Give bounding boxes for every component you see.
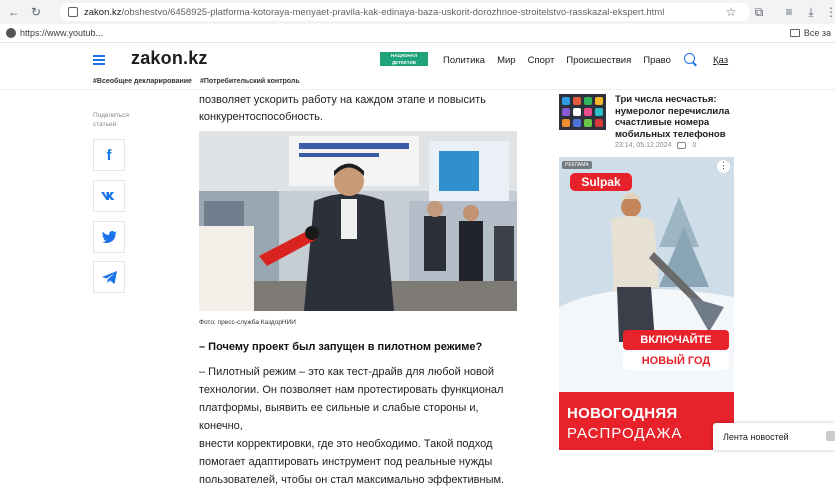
text-line: платформы, выявить ее сильные и слабые с… (199, 402, 479, 432)
main-nav: Политика Мир Спорт Происшествия Право (443, 55, 671, 66)
photo-caption: Фото: пресс-служба КаздорНИИ (199, 319, 296, 326)
article-question: – Почему проект был запущен в пилотном р… (199, 341, 483, 353)
globe-icon (6, 28, 16, 38)
folder-icon (789, 29, 800, 37)
ad-cta-line1: ВКЛЮЧАЙТЕ (623, 330, 729, 350)
site-info-icon[interactable] (68, 7, 78, 17)
promo-banner[interactable]: НАЦИОНАЛ ДЕТЕКТИВ (380, 52, 428, 66)
news-thumbnail[interactable] (559, 94, 606, 130)
text-line: позволяет ускорить работу на каждом этап… (199, 94, 486, 106)
share-label: Поделиться статьей: (93, 112, 129, 128)
language-switch[interactable]: Қаз (713, 55, 728, 66)
search-icon[interactable] (684, 53, 695, 64)
comment-count: 0 (692, 142, 697, 149)
nav-item-world[interactable]: Мир (497, 55, 516, 66)
facebook-share-button[interactable]: f (93, 139, 125, 171)
ad-sale-block: НОВОГОДНЯЯ РАСПРОДАЖА (559, 392, 734, 450)
ad-options-icon[interactable]: ⋮ (717, 160, 730, 173)
back-icon[interactable]: ← (6, 4, 22, 20)
nav-item-politics[interactable]: Политика (443, 55, 485, 66)
ad-badge: РЕКЛАМА (562, 161, 592, 169)
telegram-icon (101, 270, 117, 284)
twitter-icon (101, 231, 117, 243)
more-icon[interactable]: ⋮ (823, 4, 835, 20)
news-time: 23:14, 05.12.2024 (615, 142, 672, 149)
nav-item-incidents[interactable]: Происшествия (566, 55, 631, 66)
bookmark-star-icon[interactable]: ☆ (723, 4, 739, 20)
text-line: конкурентоспособность. (199, 111, 323, 123)
text-line: пользователей, чтобы он стал максимально… (199, 474, 505, 486)
article-paragraph: позволяет ускорить работу на каждом этап… (199, 92, 517, 126)
url-host: zakon.kz (84, 6, 122, 18)
text-line: – Пилотный режим – это как тест-драйв дл… (199, 366, 495, 378)
ad-sale-line1: НОВОГОДНЯЯ (567, 405, 678, 422)
ad-sale-line2: РАСПРОДАЖА (567, 425, 683, 442)
nav-item-law[interactable]: Право (643, 55, 671, 66)
news-meta: 23:14, 05.12.2024 0 (615, 142, 696, 149)
telegram-share-button[interactable] (93, 261, 125, 293)
download-icon[interactable]: ⤓ (803, 4, 819, 20)
browser-toolbar: ← ↻ zakon.kz /obshestvo/6458925-platform… (0, 0, 835, 24)
news-feed-toggle-icon[interactable] (826, 431, 835, 441)
site-header: zakon.kz НАЦИОНАЛ ДЕТЕКТИВ Политика Мир … (0, 43, 835, 75)
twitter-share-button[interactable] (93, 221, 125, 253)
url-path: /obshestvo/6458925-platforma-kotoraya-me… (121, 6, 665, 18)
facebook-icon: f (106, 146, 112, 164)
article-answer: – Пилотный режим – это как тест-драйв дл… (199, 363, 517, 489)
tags-bar: #Всеобщее декларирование #Потребительски… (0, 75, 835, 90)
extensions-icon[interactable]: ⧉ (751, 4, 767, 20)
all-bookmarks[interactable]: Все за (789, 28, 831, 38)
bookmark-item[interactable]: https://www.youtub... (20, 28, 103, 38)
ad-cta-line2: НОВЫЙ ГОД (623, 352, 729, 370)
text-line: внести корректировки, где это необходимо… (199, 438, 493, 450)
menu-icon[interactable] (93, 55, 105, 67)
tag-link[interactable]: #Потребительский контроль (200, 78, 300, 85)
bookmarks-bar: https://www.youtub... Все за (0, 24, 835, 43)
vk-share-button[interactable] (93, 180, 125, 212)
tag-link[interactable]: #Всеобщее декларирование (93, 78, 192, 85)
address-bar[interactable]: zakon.kz /obshestvo/6458925-platforma-ko… (60, 3, 750, 21)
comment-icon (677, 142, 687, 149)
reload-icon[interactable]: ↻ (28, 4, 44, 20)
text-line: технологии. Он позволяет нам протестиров… (199, 384, 504, 396)
site-logo[interactable]: zakon.kz (131, 48, 208, 69)
all-bookmarks-label: Все за (803, 28, 831, 38)
article-photo (199, 131, 517, 311)
text-line: помогает адаптировать инструмент под реа… (199, 456, 493, 468)
ad-banner[interactable]: РЕКЛАМА ⋮ Sulpak ВКЛЮЧАЙТЕ НОВЫЙ ГОД НОВ… (559, 157, 734, 450)
vk-icon (101, 192, 115, 200)
news-title-link[interactable]: Три числа несчастья: нумеролог перечисли… (615, 94, 735, 140)
ad-brand-logo: Sulpak (570, 173, 632, 191)
reading-list-icon[interactable]: ≡ (781, 4, 797, 20)
news-feed-label: Лента новостей (723, 432, 789, 442)
news-feed-tab[interactable]: Лента новостей (713, 423, 835, 450)
nav-item-sport[interactable]: Спорт (528, 55, 555, 66)
